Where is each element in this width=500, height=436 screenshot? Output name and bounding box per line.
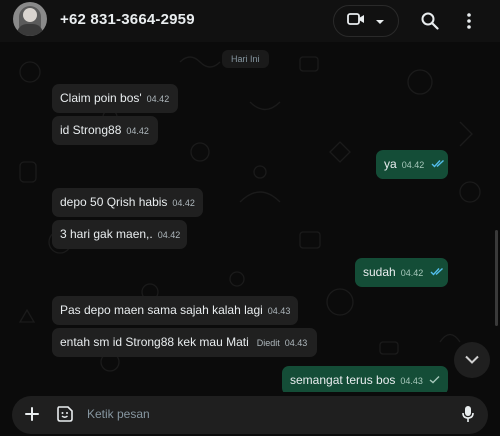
message-time: 04.42 bbox=[146, 94, 170, 104]
message-bubble[interactable]: 3 hari gak maen,. 04.42 bbox=[52, 220, 187, 249]
edited-label: Diedit bbox=[256, 338, 280, 348]
message-text: entah sm id Strong88 kek mau Mati bbox=[60, 335, 249, 349]
message-time: 04.43 bbox=[284, 338, 308, 348]
message-composer: Ketik pesan bbox=[0, 392, 500, 436]
scroll-to-bottom-button[interactable] bbox=[454, 342, 490, 378]
chat-header: +62 831-3664-2959 bbox=[0, 0, 500, 42]
sticker-icon[interactable] bbox=[55, 404, 75, 424]
message-text: id Strong88 bbox=[60, 123, 122, 137]
microphone-icon[interactable] bbox=[460, 404, 476, 424]
sent-tick-icon bbox=[429, 366, 440, 392]
message-text: semangat terus bos bbox=[290, 373, 396, 387]
message-time: 04.43 bbox=[267, 306, 291, 316]
message-bubble[interactable]: Claim poin bos' 04.42 bbox=[52, 84, 178, 113]
message-time: 04.42 bbox=[401, 160, 425, 170]
date-separator: Hari Ini bbox=[222, 50, 269, 68]
message-text: 3 hari gak maen,. bbox=[60, 227, 153, 241]
read-receipt-icon bbox=[431, 150, 446, 179]
contact-name[interactable]: +62 831-3664-2959 bbox=[60, 11, 195, 28]
message-time: 04.43 bbox=[400, 376, 423, 386]
message-bubble[interactable]: ya 04.42 bbox=[376, 150, 448, 179]
message-time: 04.42 bbox=[400, 268, 424, 278]
message-time: 04.42 bbox=[126, 126, 149, 136]
chevron-down-icon bbox=[465, 351, 479, 369]
message-text: ya bbox=[384, 157, 397, 171]
read-receipt-icon bbox=[430, 258, 445, 287]
video-call-button[interactable] bbox=[333, 5, 399, 37]
video-call-icon bbox=[347, 12, 365, 31]
scrollbar[interactable] bbox=[495, 230, 498, 326]
message-bubble[interactable]: semangat terus bos 04.43 bbox=[282, 366, 448, 392]
message-text: Pas depo maen sama sajah kalah lagi bbox=[60, 303, 263, 317]
chat-area[interactable]: Hari Ini Claim poin bos' 04.42 id Strong8… bbox=[0, 42, 500, 392]
message-bubble[interactable]: sudah 04.42 bbox=[355, 258, 448, 287]
message-input[interactable]: Ketik pesan bbox=[87, 407, 150, 421]
avatar[interactable] bbox=[13, 2, 47, 36]
message-bubble[interactable]: entah sm id Strong88 kek mau Mati Diedit 0… bbox=[52, 328, 317, 357]
chevron-down-icon bbox=[375, 12, 385, 30]
message-text: Claim poin bos' bbox=[60, 91, 142, 105]
message-time: 04.42 bbox=[157, 230, 181, 240]
more-vert-icon[interactable] bbox=[460, 9, 478, 33]
plus-icon[interactable] bbox=[24, 406, 40, 422]
message-time: 04.42 bbox=[172, 198, 195, 208]
message-input-container[interactable] bbox=[12, 396, 488, 434]
message-text: sudah bbox=[363, 265, 396, 279]
message-bubble[interactable]: id Strong88 04.42 bbox=[52, 116, 158, 145]
message-bubble[interactable]: depo 50 Qrish habis 04.42 bbox=[52, 188, 203, 217]
message-text: depo 50 Qrish habis bbox=[60, 195, 168, 209]
message-bubble[interactable]: Pas depo maen sama sajah kalah lagi 04.43 bbox=[52, 296, 298, 325]
search-icon[interactable] bbox=[418, 9, 442, 33]
